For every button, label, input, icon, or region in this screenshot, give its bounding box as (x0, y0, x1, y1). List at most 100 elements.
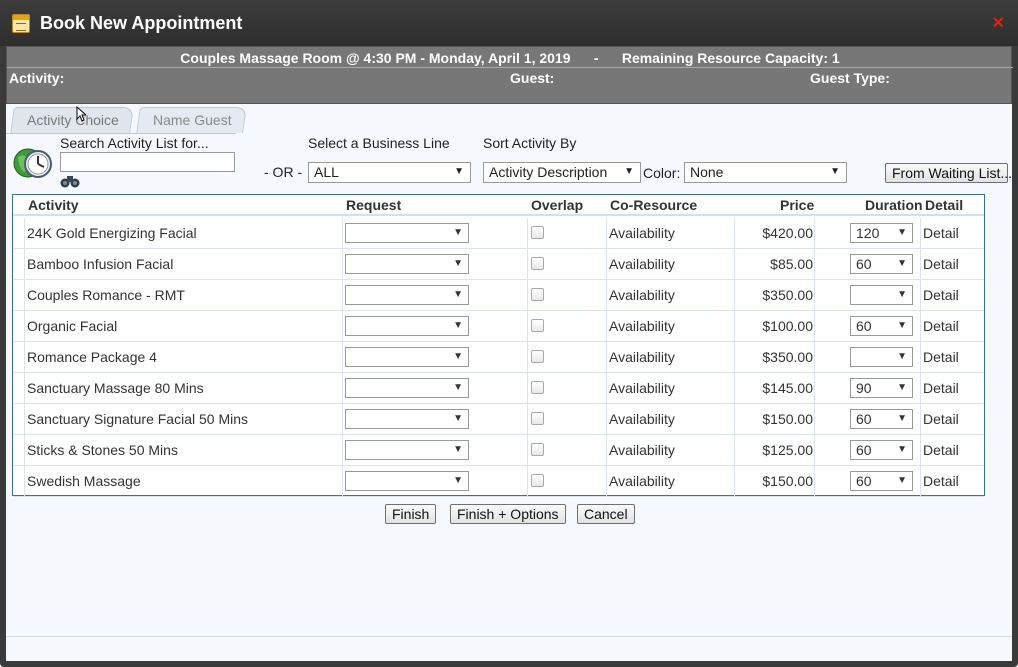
row-marker (13, 311, 25, 342)
dropdown-arrow-icon: ▼ (897, 320, 907, 331)
duration-select[interactable]: 90 ▼ (850, 378, 913, 398)
footer-divider (6, 636, 1012, 637)
request-select[interactable]: ▼ (345, 347, 469, 367)
finish-options-button[interactable]: Finish + Options (450, 504, 566, 524)
duration-select[interactable]: 60 ▼ (850, 409, 913, 429)
cancel-button[interactable]: Cancel (577, 504, 635, 524)
request-select[interactable]: ▼ (345, 409, 469, 429)
header-coresource[interactable]: Co-Resource (610, 197, 697, 213)
overlap-cell (527, 218, 606, 249)
duration-value: 90 (856, 380, 872, 396)
overlap-checkbox[interactable] (531, 350, 544, 363)
detail-link[interactable]: Detail (920, 435, 980, 466)
header-activity[interactable]: Activity (28, 197, 79, 213)
duration-cell: 90 ▼ (814, 373, 920, 404)
overlap-checkbox[interactable] (531, 319, 544, 332)
duration-select[interactable]: ▼ (850, 285, 913, 305)
detail-link[interactable]: Detail (920, 466, 980, 497)
request-select[interactable]: ▼ (345, 254, 469, 274)
header-duration[interactable]: Duration (865, 197, 923, 213)
overlap-checkbox[interactable] (531, 288, 544, 301)
dropdown-arrow-icon: ▼ (453, 351, 463, 362)
table-row: Organic Facial ▼ Availability $100.00 60 ▼ Det… (13, 311, 984, 342)
table-row: Bamboo Infusion Facial ▼ Availability $85.0… (13, 249, 984, 280)
header-detail[interactable]: Detail (925, 197, 963, 213)
tab-activity-choice[interactable]: Activity Choice (10, 107, 134, 133)
duration-cell: 120 ▼ (814, 218, 920, 249)
request-select[interactable]: ▼ (345, 378, 469, 398)
dropdown-arrow-icon: ▼ (897, 382, 907, 393)
tab-name-guest[interactable]: Name Guest (136, 107, 247, 133)
overlap-checkbox[interactable] (531, 443, 544, 456)
activity-name: 24K Gold Energizing Facial (27, 225, 197, 241)
request-select[interactable]: ▼ (345, 285, 469, 305)
detail-link[interactable]: Detail (920, 404, 980, 435)
duration-select[interactable]: 60 ▼ (850, 440, 913, 460)
request-select[interactable]: ▼ (345, 440, 469, 460)
detail-link[interactable]: Detail (920, 280, 980, 311)
color-select[interactable]: None ▼ (684, 162, 847, 183)
search-controls: Search Activity List for... - OR - Selec… (6, 134, 1012, 192)
overlap-checkbox[interactable] (531, 474, 544, 487)
business-line-select[interactable]: ALL ▼ (308, 162, 471, 183)
activity-name: Sticks & Stones 50 Mins (27, 442, 178, 458)
row-marker (13, 435, 25, 466)
dropdown-arrow-icon: ▼ (897, 289, 907, 300)
request-cell: ▼ (342, 342, 527, 373)
activity-name: Bamboo Infusion Facial (27, 256, 174, 272)
request-select[interactable]: ▼ (345, 223, 469, 243)
table-row: Couples Romance - RMT ▼ Availability $350.0… (13, 280, 984, 311)
binoculars-icon[interactable] (60, 174, 80, 188)
overlap-cell (527, 311, 606, 342)
coresource-availability[interactable]: Availability (606, 280, 734, 311)
request-select[interactable]: ▼ (345, 471, 469, 491)
overlap-checkbox[interactable] (531, 226, 544, 239)
overlap-checkbox[interactable] (531, 381, 544, 394)
finish-button[interactable]: Finish (385, 504, 437, 524)
dropdown-arrow-icon: ▼ (624, 166, 634, 177)
detail-link[interactable]: Detail (920, 249, 980, 280)
activity-name: Sanctuary Signature Facial 50 Mins (27, 411, 248, 427)
search-input[interactable] (60, 152, 235, 172)
coresource-availability[interactable]: Availability (606, 342, 734, 373)
coresource-availability[interactable]: Availability (606, 218, 734, 249)
request-cell: ▼ (342, 280, 527, 311)
duration-select[interactable]: 60 ▼ (850, 254, 913, 274)
header-request[interactable]: Request (346, 197, 401, 213)
sort-activity-select[interactable]: Activity Description ▼ (483, 162, 641, 183)
search-label: Search Activity List for... (60, 135, 209, 151)
duration-select[interactable]: 120 ▼ (850, 223, 913, 243)
or-label: - OR - (264, 164, 303, 180)
price-value: $420.00 (734, 218, 814, 249)
globe-clock-icon[interactable] (12, 144, 54, 180)
title-bar[interactable]: Book New Appointment × (0, 0, 1018, 46)
overlap-cell (527, 373, 606, 404)
from-waiting-list-button[interactable]: From Waiting List... (885, 163, 1012, 183)
detail-link[interactable]: Detail (920, 342, 980, 373)
overlap-checkbox[interactable] (531, 412, 544, 425)
detail-link[interactable]: Detail (920, 311, 980, 342)
duration-select[interactable]: 60 ▼ (850, 471, 913, 491)
overlap-cell (527, 404, 606, 435)
coresource-availability[interactable]: Availability (606, 249, 734, 280)
header-price[interactable]: Price (780, 197, 814, 213)
duration-select[interactable]: 60 ▼ (850, 316, 913, 336)
price-value: $150.00 (734, 404, 814, 435)
request-select[interactable]: ▼ (345, 316, 469, 336)
duration-select[interactable]: ▼ (850, 347, 913, 367)
duration-value: 60 (856, 473, 872, 489)
coresource-availability[interactable]: Availability (606, 373, 734, 404)
header-overlap[interactable]: Overlap (531, 197, 583, 213)
activity-label: Activity: (9, 70, 65, 86)
detail-link[interactable]: Detail (920, 373, 980, 404)
close-icon[interactable]: × (992, 13, 1004, 33)
appointment-summary: Couples Massage Room @ 4:30 PM - Monday,… (180, 50, 840, 66)
coresource-availability[interactable]: Availability (606, 466, 734, 497)
coresource-availability[interactable]: Availability (606, 311, 734, 342)
detail-link[interactable]: Detail (920, 218, 980, 249)
coresource-availability[interactable]: Availability (606, 435, 734, 466)
overlap-checkbox[interactable] (531, 257, 544, 270)
coresource-availability[interactable]: Availability (606, 404, 734, 435)
row-marker (13, 404, 25, 435)
dropdown-arrow-icon: ▼ (453, 320, 463, 331)
